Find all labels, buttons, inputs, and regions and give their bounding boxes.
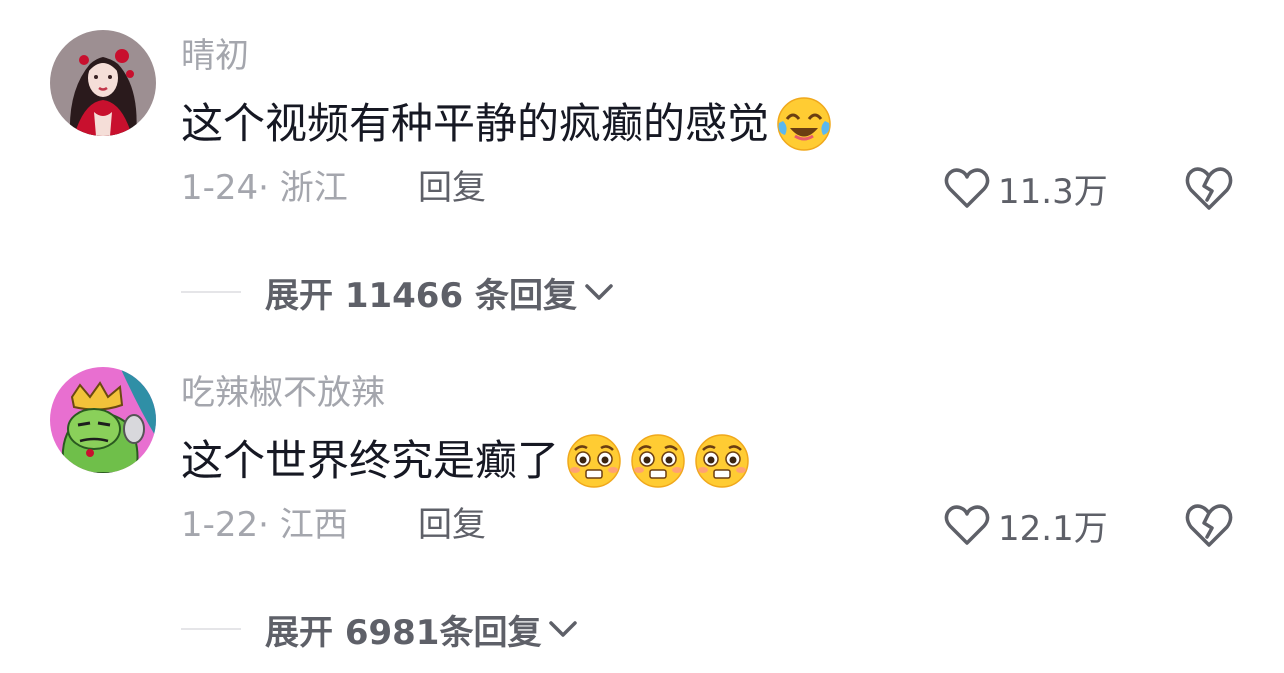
chevron-down-icon	[585, 284, 613, 300]
divider	[181, 291, 241, 293]
avatar[interactable]	[50, 367, 156, 473]
comment-item: 晴初 这个视频有种平静的疯癫的感觉 1-24· 浙江 回复 11.3万 展开 1…	[0, 0, 1284, 336]
broken-heart-icon	[1185, 167, 1233, 210]
expand-replies-label: 展开 6981条回复	[265, 612, 542, 653]
comment-text-row: 这个世界终究是癫了	[181, 433, 751, 489]
reply-button[interactable]: 回复	[418, 166, 486, 210]
comment-text: 这个世界终究是癫了	[181, 436, 560, 485]
dislike-button[interactable]	[1184, 164, 1234, 212]
comment-text: 这个视频有种平静的疯癫的感觉	[181, 99, 770, 148]
pleading-emoji	[693, 432, 751, 490]
tears-of-joy-emoji	[775, 95, 833, 153]
like-count: 11.3万	[998, 171, 1108, 212]
heart-outline-icon	[944, 168, 990, 208]
comment-item: 吃辣椒不放辣 这个世界终究是癫了 1-22· 江西 回复 12.1万 展开 69…	[0, 337, 1284, 673]
like-button[interactable]: 12.1万	[944, 499, 1108, 551]
avatar-image	[50, 30, 156, 136]
expand-replies-button[interactable]: 展开 6981条回复	[181, 605, 579, 653]
expand-replies-button[interactable]: 展开 11466 条回复	[181, 268, 615, 316]
reply-button[interactable]: 回复	[418, 503, 486, 547]
username[interactable]: 晴初	[181, 34, 249, 78]
broken-heart-icon	[1185, 504, 1233, 547]
avatar[interactable]	[50, 30, 156, 136]
expand-replies-label: 展开 11466 条回复	[265, 275, 577, 316]
avatar-image	[50, 367, 156, 473]
chevron-down-icon	[549, 621, 578, 637]
pleading-emoji	[629, 432, 687, 490]
pleading-emoji	[565, 432, 623, 490]
like-button[interactable]: 11.3万	[944, 162, 1108, 214]
dislike-button[interactable]	[1184, 501, 1234, 549]
like-count: 12.1万	[998, 508, 1108, 549]
divider	[181, 628, 241, 630]
username[interactable]: 吃辣椒不放辣	[181, 371, 385, 415]
heart-outline-icon	[944, 505, 990, 545]
comment-text-row: 这个视频有种平静的疯癫的感觉	[181, 96, 833, 152]
date-location: 1-24· 浙江	[181, 168, 348, 208]
date-location: 1-22· 江西	[181, 505, 348, 545]
